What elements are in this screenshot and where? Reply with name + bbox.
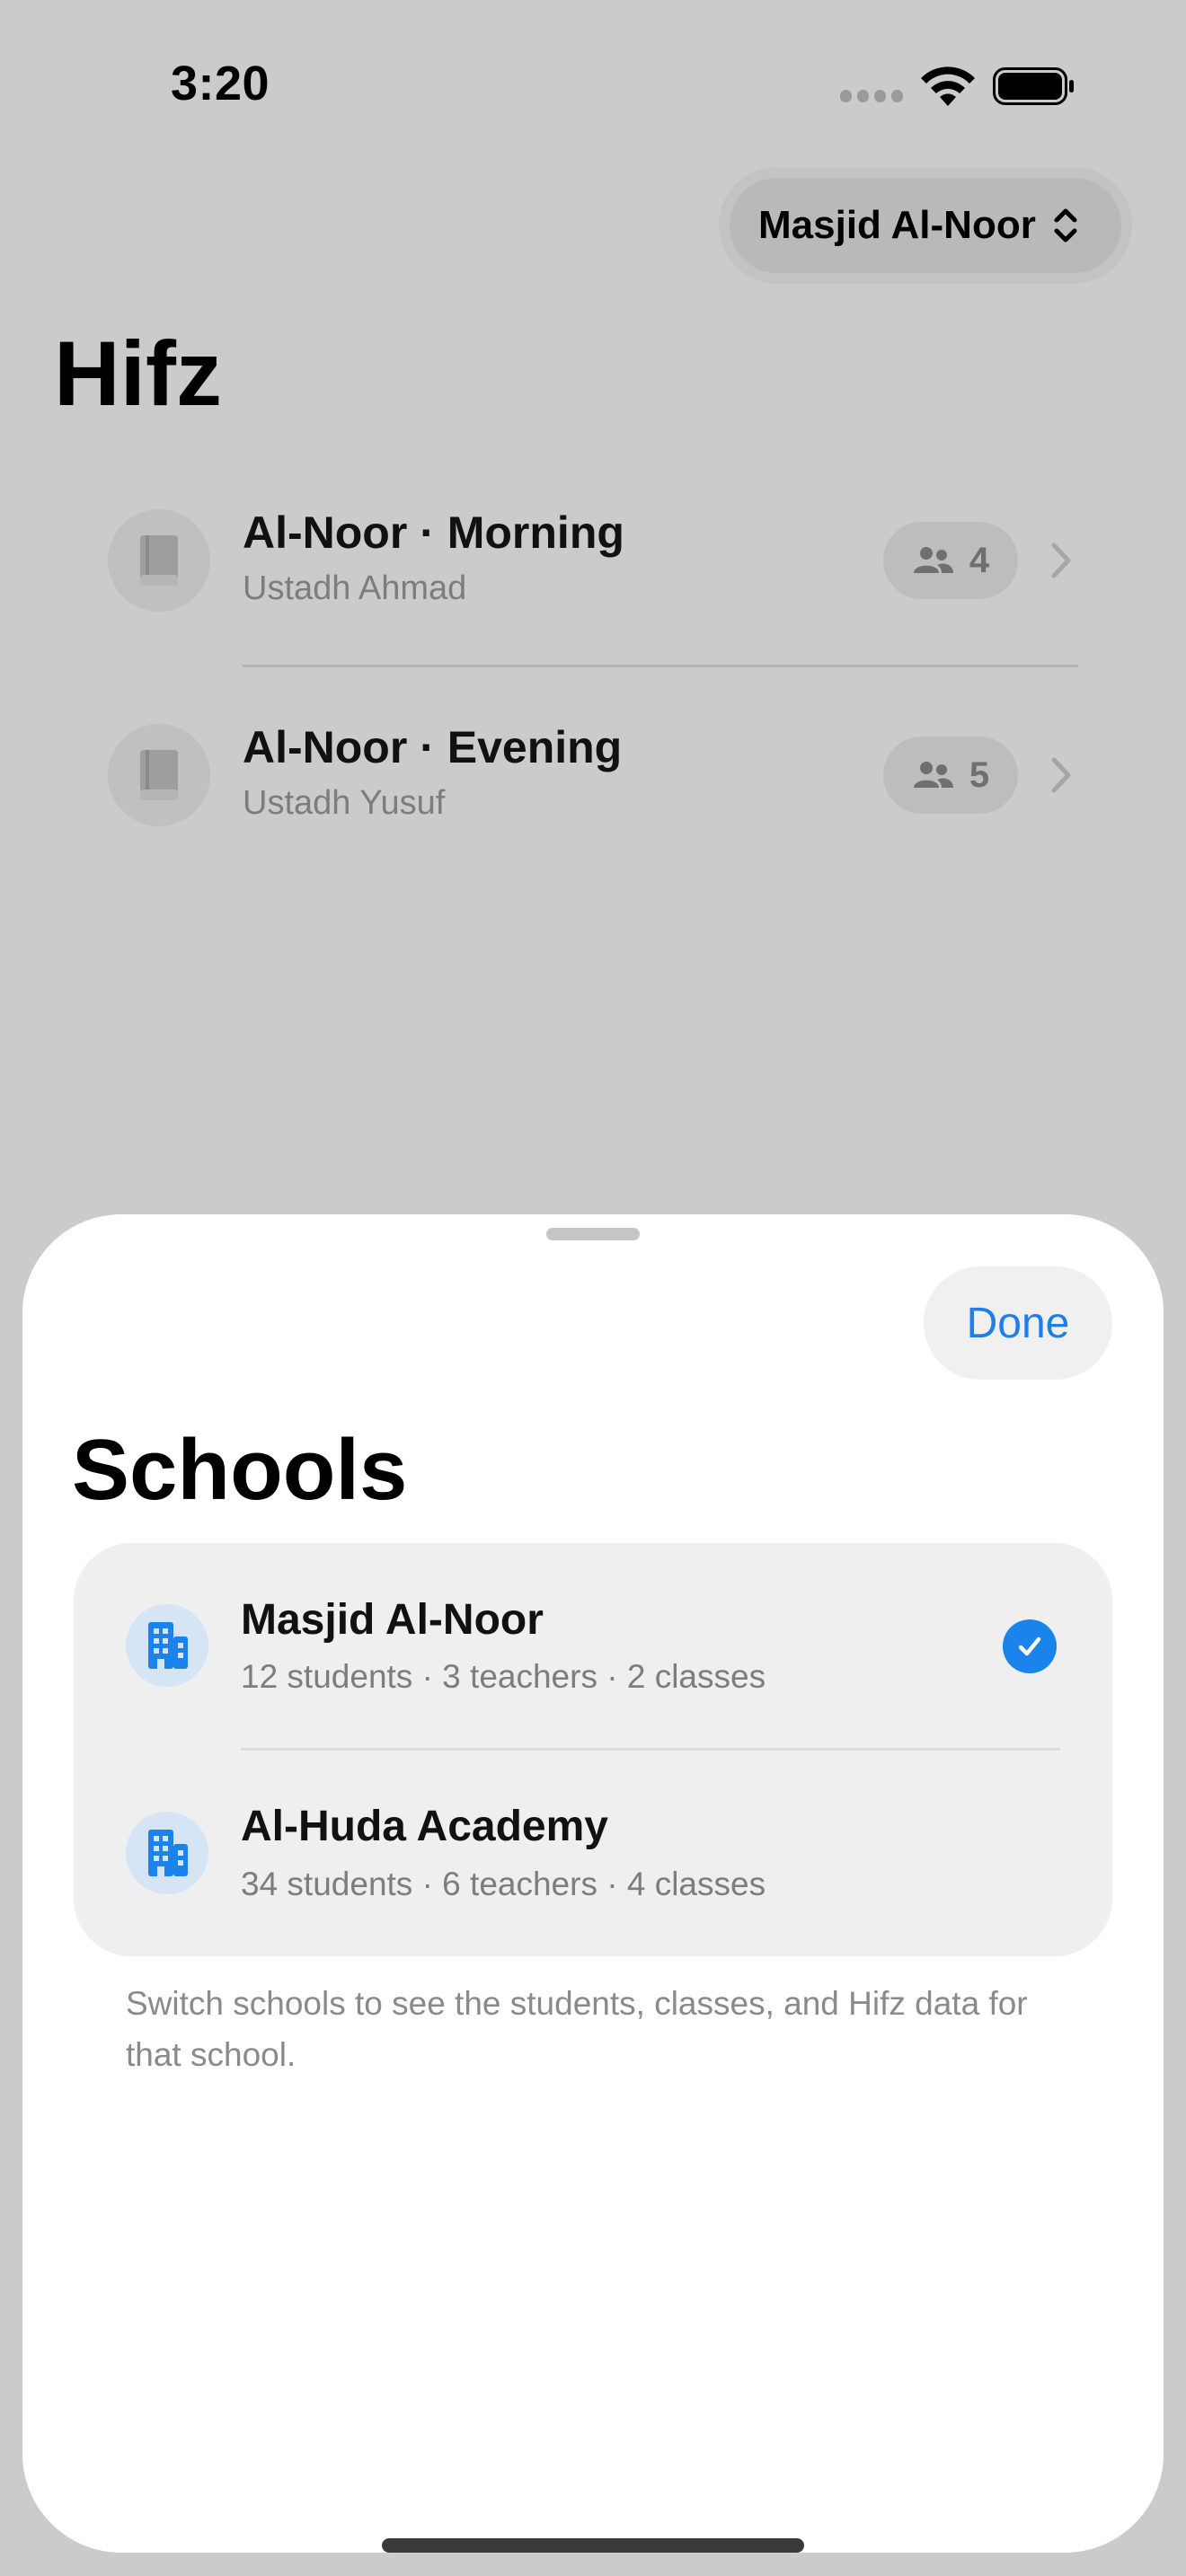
class-row[interactable]: Al-Noor · Evening Ustadh Yusuf 5: [0, 685, 1186, 865]
school-picker-label: Masjid Al-Noor: [758, 203, 1036, 247]
school-name: Al-Huda Academy: [241, 1803, 608, 1850]
sheet-title: Schools: [72, 1422, 408, 1518]
school-meta: 34 students · 6 teachers · 4 classes: [241, 1866, 766, 1902]
row-divider: [243, 665, 1078, 667]
battery-icon: [993, 67, 1074, 105]
status-time: 3:20: [171, 57, 270, 110]
school-picker-button[interactable]: Masjid Al-Noor: [730, 178, 1121, 273]
student-count-badge: 4: [883, 522, 1018, 599]
cellular-signal-icon: [840, 90, 903, 102]
class-name: Al-Noor · Morning: [243, 507, 624, 558]
people-icon: [913, 547, 953, 573]
sheet-footnote: Switch schools to see the students, clas…: [126, 1985, 1028, 2073]
building-icon: [126, 1812, 208, 1894]
sheet-grabber[interactable]: [546, 1228, 640, 1240]
student-count-badge: 5: [883, 737, 1018, 814]
student-count: 5: [969, 754, 990, 795]
school-row-al-huda-academy[interactable]: [74, 1750, 1112, 1956]
wifi-icon: [921, 66, 975, 106]
people-icon: [913, 762, 953, 788]
chevron-up-down-icon: [1054, 208, 1077, 243]
book-icon: [108, 724, 210, 826]
school-meta: 12 students · 3 teachers · 2 classes: [241, 1658, 766, 1695]
done-button[interactable]: Done: [924, 1266, 1112, 1380]
school-name: Masjid Al-Noor: [241, 1596, 544, 1644]
student-count: 4: [969, 540, 990, 580]
home-indicator[interactable]: [382, 2538, 804, 2553]
school-row-masjid-al-noor[interactable]: [74, 1543, 1112, 1748]
book-icon: [108, 509, 210, 612]
chevron-right-icon: [1051, 543, 1071, 578]
class-name: Al-Noor · Evening: [243, 722, 623, 772]
class-row[interactable]: Al-Noor · Morning Ustadh Ahmad 4: [0, 471, 1186, 650]
page-title: Hifz: [54, 322, 222, 425]
building-icon: [126, 1604, 208, 1687]
selected-checkmark-icon: [1003, 1619, 1057, 1673]
chevron-right-icon: [1051, 757, 1071, 793]
class-teacher: Ustadh Ahmad: [243, 569, 467, 607]
class-teacher: Ustadh Yusuf: [243, 784, 446, 822]
